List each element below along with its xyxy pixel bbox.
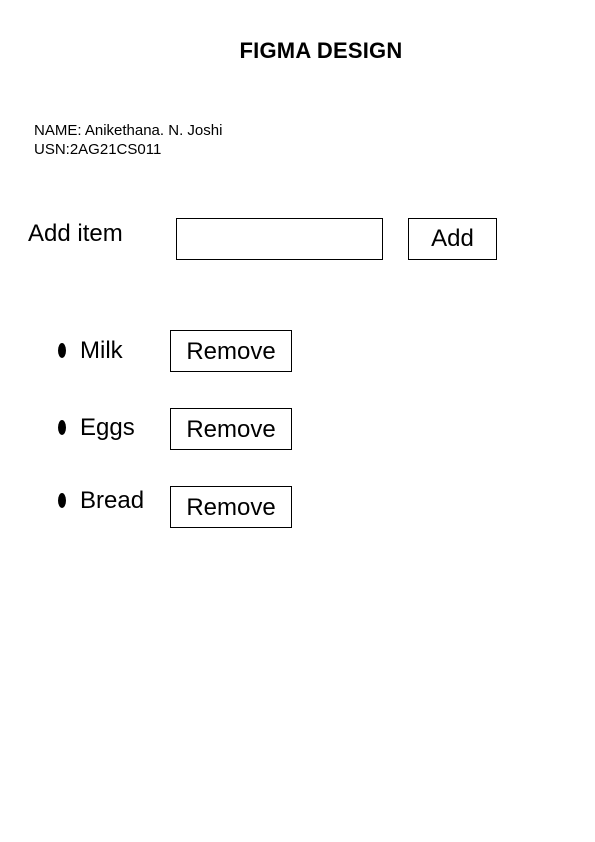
add-item-label: Add item	[28, 220, 123, 247]
bullet-icon	[58, 343, 66, 358]
bullet-icon	[58, 493, 66, 508]
remove-button[interactable]: Remove	[170, 330, 292, 372]
bullet-icon	[58, 420, 66, 435]
page-title: FIGMA DESIGN	[239, 38, 403, 63]
list-item: Bread Remove	[0, 486, 595, 528]
student-info: NAME: Anikethana. N. Joshi USN:2AG21CS01…	[34, 121, 222, 159]
add-button[interactable]: Add	[408, 218, 497, 260]
item-label: Milk	[80, 337, 123, 364]
remove-button[interactable]: Remove	[170, 486, 292, 528]
student-name: NAME: Anikethana. N. Joshi	[34, 122, 223, 139]
remove-button[interactable]: Remove	[170, 408, 292, 450]
item-label: Eggs	[80, 414, 135, 441]
student-usn: USN:2AG21CS011	[34, 141, 162, 158]
list-item: Milk Remove	[0, 330, 595, 372]
item-label: Bread	[80, 487, 145, 514]
add-item-input[interactable]	[176, 218, 383, 260]
list-item: Eggs Remove	[0, 408, 595, 450]
